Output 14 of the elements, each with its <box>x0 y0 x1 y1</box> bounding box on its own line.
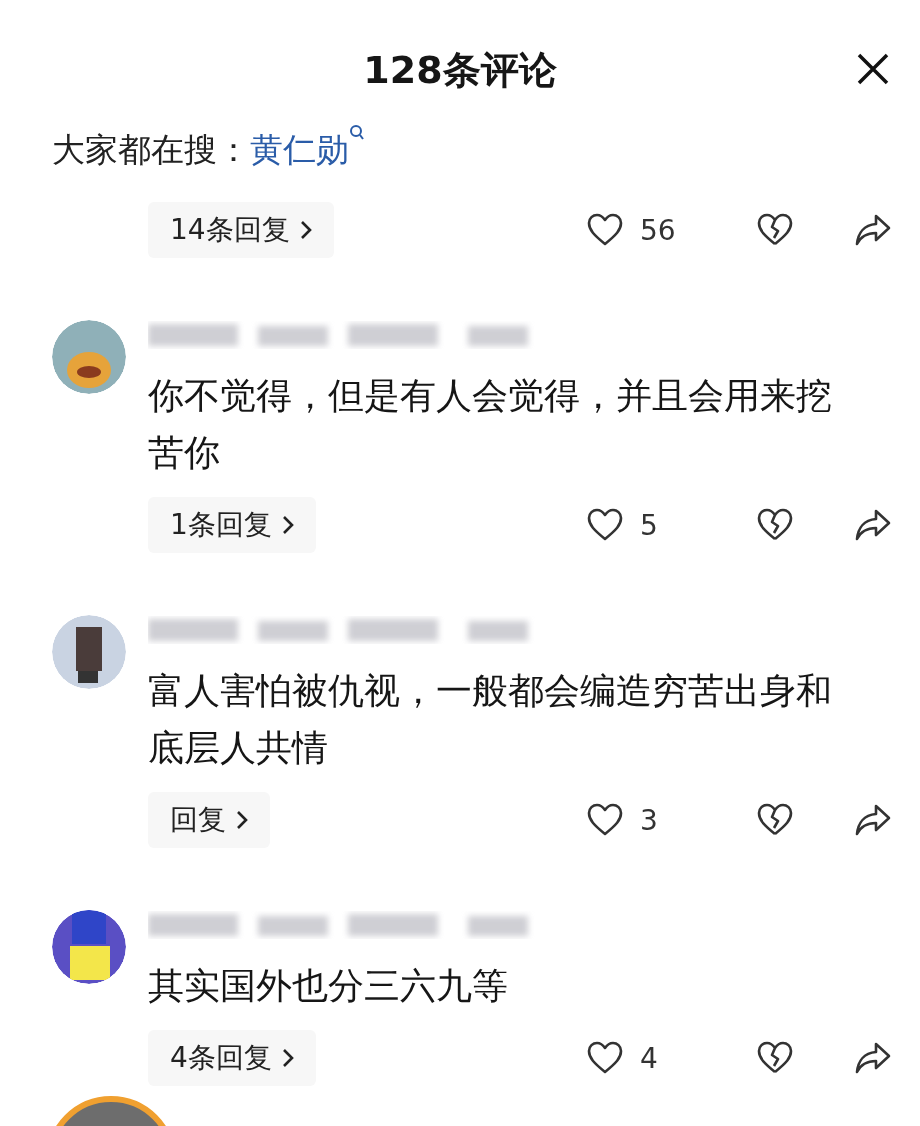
view-replies-button[interactable]: 1条回复 <box>148 497 316 553</box>
comment-text: 其实国外也分三六九等 <box>148 964 509 1008</box>
comments-title: 128条评论 <box>363 47 557 94</box>
comment-text: 富人害怕被仇视，一般都会编造穷苦出身和底层人共情 <box>148 669 833 770</box>
like-count: 4 <box>640 1041 659 1075</box>
like-count: 56 <box>640 213 677 247</box>
search-term-link[interactable]: 黄仁勋 <box>250 127 349 173</box>
search-label: 大家都在搜： <box>52 128 250 171</box>
view-replies-button[interactable]: 4条回复 <box>148 1030 316 1086</box>
comment-text: 你不觉得，但是有人会觉得，并且会用来挖苦你 <box>148 374 833 475</box>
like-count: 3 <box>640 803 659 837</box>
view-replies-button[interactable]: 14条回复 <box>148 202 334 258</box>
view-replies-button[interactable]: 回复 <box>148 792 270 848</box>
like-count: 5 <box>640 508 659 542</box>
